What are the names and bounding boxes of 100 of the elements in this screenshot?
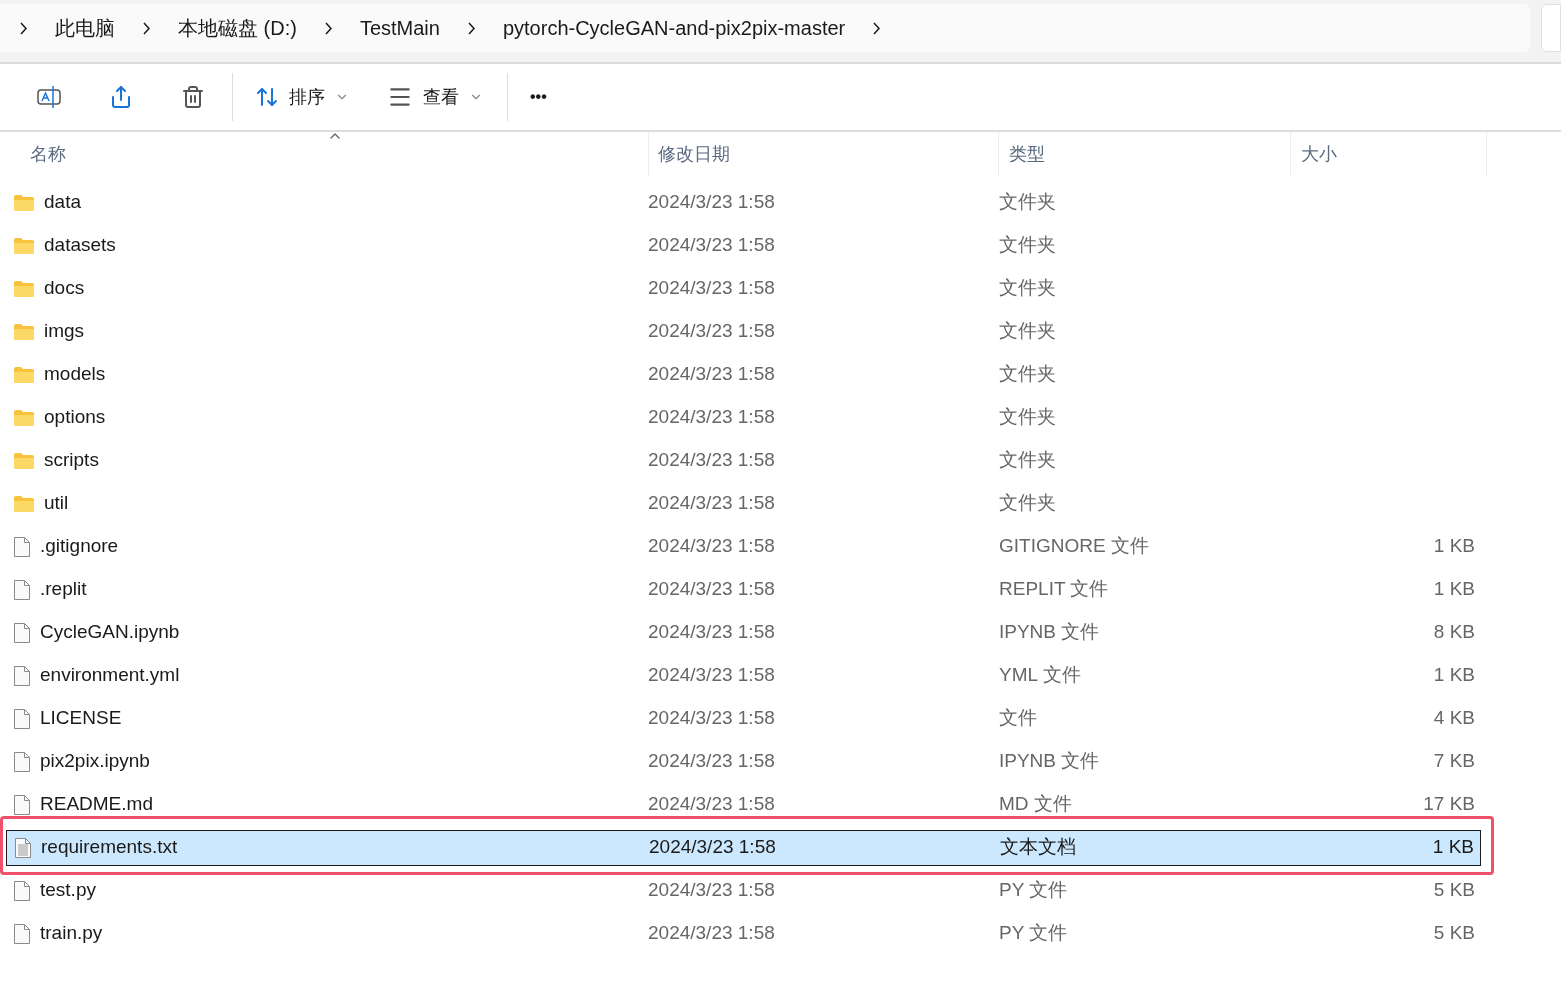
modified-date: 2024/3/23 1:58 <box>648 706 776 731</box>
file-type: PY 文件 <box>999 921 1069 946</box>
file-row[interactable]: README.md 2024/3/23 1:58 MD 文件 17 KB <box>6 786 1481 823</box>
file-row[interactable]: .replit 2024/3/23 1:58 REPLIT 文件 1 KB <box>6 571 1481 608</box>
modified-date: 2024/3/23 1:58 <box>648 319 776 344</box>
chevron-right-icon <box>20 21 27 35</box>
file-row[interactable]: imgs 2024/3/23 1:58 文件夹 <box>6 313 1481 350</box>
file-row[interactable]: .gitignore 2024/3/23 1:58 GITIGNORE 文件 1 KB <box>6 528 1481 565</box>
document-icon <box>13 750 31 773</box>
file-size: 5 KB <box>1433 878 1475 903</box>
file-type: IPYNB 文件 <box>999 620 1101 645</box>
document-icon <box>14 836 32 859</box>
file-name: datasets <box>44 233 116 258</box>
sort-icon <box>255 85 279 109</box>
file-type: 文件夹 <box>999 190 1057 215</box>
modified-date: 2024/3/23 1:58 <box>648 362 776 387</box>
column-header[interactable]: 类型 <box>998 132 1290 176</box>
file-size: 5 KB <box>1433 921 1475 946</box>
modified-date: 2024/3/23 1:58 <box>648 534 776 559</box>
file-type: MD 文件 <box>999 792 1073 817</box>
modified-date: 2024/3/23 1:58 <box>648 491 776 516</box>
file-name: data <box>44 190 81 215</box>
file-name: .replit <box>40 577 87 602</box>
rename-icon <box>36 84 62 110</box>
file-name: LICENSE <box>40 706 122 731</box>
file-row[interactable]: options 2024/3/23 1:58 文件夹 <box>6 399 1481 436</box>
file-name: models <box>44 362 106 387</box>
breadcrumb-item[interactable]: pytorch-CycleGAN-and-pix2pix-master <box>502 13 846 43</box>
file-size: 1 KB <box>1433 534 1475 559</box>
folder-icon <box>13 236 35 255</box>
document-icon <box>13 664 31 687</box>
modified-date: 2024/3/23 1:58 <box>648 878 776 903</box>
modified-date: 2024/3/23 1:58 <box>648 792 776 817</box>
file-name: CycleGAN.ipynb <box>40 620 180 645</box>
column-header[interactable]: 大小 <box>1290 132 1487 176</box>
share-icon <box>109 85 133 109</box>
file-row[interactable]: environment.yml 2024/3/23 1:58 YML 文件 1 KB <box>6 657 1481 694</box>
file-type: 文件夹 <box>999 491 1057 516</box>
file-type: 文件夹 <box>999 405 1057 430</box>
address-bar[interactable]: 此电脑 本地磁盘 (D:) TestMain pytorch-CycleGAN-and-pix2pix-master <box>0 4 1530 52</box>
file-size: 1 KB <box>1433 577 1475 602</box>
file-name: options <box>44 405 106 430</box>
folder-icon <box>13 451 35 470</box>
file-row[interactable]: util 2024/3/23 1:58 文件夹 <box>6 485 1481 522</box>
file-type: 文本文档 <box>1000 835 1077 860</box>
modified-date: 2024/3/23 1:58 <box>648 663 776 688</box>
breadcrumb-item[interactable]: 此电脑 <box>55 13 115 43</box>
file-name: imgs <box>44 319 85 344</box>
file-row[interactable]: models 2024/3/23 1:58 文件夹 <box>6 356 1481 393</box>
file-size: 7 KB <box>1433 749 1475 774</box>
modified-date: 2024/3/23 1:58 <box>648 233 776 258</box>
file-name: train.py <box>40 921 103 946</box>
modified-date: 2024/3/23 1:58 <box>649 835 777 860</box>
file-row[interactable]: scripts 2024/3/23 1:58 文件夹 <box>6 442 1481 479</box>
column-header[interactable]: 修改日期 <box>648 132 998 176</box>
modified-date: 2024/3/23 1:58 <box>648 749 776 774</box>
document-icon <box>13 535 31 558</box>
file-type: 文件夹 <box>999 362 1057 387</box>
folder-icon <box>13 408 35 427</box>
modified-date: 2024/3/23 1:58 <box>648 577 776 602</box>
file-type: PY 文件 <box>999 878 1069 903</box>
file-row[interactable]: CycleGAN.ipynb 2024/3/23 1:58 IPYNB 文件 8 KB <box>6 614 1481 651</box>
file-type: 文件夹 <box>999 448 1057 473</box>
file-name: scripts <box>44 448 99 473</box>
document-icon <box>13 707 31 730</box>
file-row[interactable]: LICENSE 2024/3/23 1:58 文件 4 KB <box>6 700 1481 737</box>
file-type: 文件 <box>999 706 1038 731</box>
chevron-right-icon <box>467 21 475 35</box>
file-size: 1 KB <box>1433 663 1475 688</box>
file-name: docs <box>44 276 85 301</box>
file-row[interactable]: docs 2024/3/23 1:58 文件夹 <box>6 270 1481 307</box>
file-row[interactable]: datasets 2024/3/23 1:58 文件夹 <box>6 227 1481 264</box>
chevron-right-icon <box>143 21 150 35</box>
file-name: pix2pix.ipynb <box>40 749 150 774</box>
file-row[interactable]: test.py 2024/3/23 1:58 PY 文件 5 KB <box>6 872 1481 909</box>
document-icon <box>13 621 31 644</box>
file-row[interactable]: pix2pix.ipynb 2024/3/23 1:58 IPYNB 文件 7 KB <box>6 743 1481 780</box>
file-name: requirements.txt <box>41 835 178 860</box>
breadcrumb-item[interactable]: 本地磁盘 (D:) <box>178 13 297 43</box>
document-icon <box>13 879 31 902</box>
chevron-right-icon <box>324 21 332 35</box>
file-type: IPYNB 文件 <box>999 749 1101 774</box>
view-button[interactable]: 查看 <box>387 83 483 111</box>
document-icon <box>13 922 31 945</box>
folder-icon <box>13 279 35 298</box>
file-type: YML 文件 <box>999 663 1082 688</box>
file-type: REPLIT 文件 <box>999 577 1110 602</box>
sort-button[interactable]: 排序 <box>255 83 349 111</box>
file-row[interactable]: train.py 2024/3/23 1:58 PY 文件 5 KB <box>6 915 1481 952</box>
file-row[interactable]: requirements.txt 2024/3/23 1:58 文本文档 1 KB <box>6 829 1481 866</box>
file-name: environment.yml <box>40 663 180 688</box>
modified-date: 2024/3/23 1:58 <box>648 448 776 473</box>
document-icon <box>13 793 31 816</box>
file-row[interactable]: data 2024/3/23 1:58 文件夹 <box>6 184 1481 221</box>
file-type: 文件夹 <box>999 276 1057 301</box>
file-name: test.py <box>40 878 96 903</box>
column-header[interactable]: 名称 <box>0 132 648 176</box>
breadcrumb-item[interactable]: TestMain <box>359 13 440 43</box>
more-button[interactable]: ••• <box>530 85 547 109</box>
file-name: README.md <box>40 792 153 817</box>
